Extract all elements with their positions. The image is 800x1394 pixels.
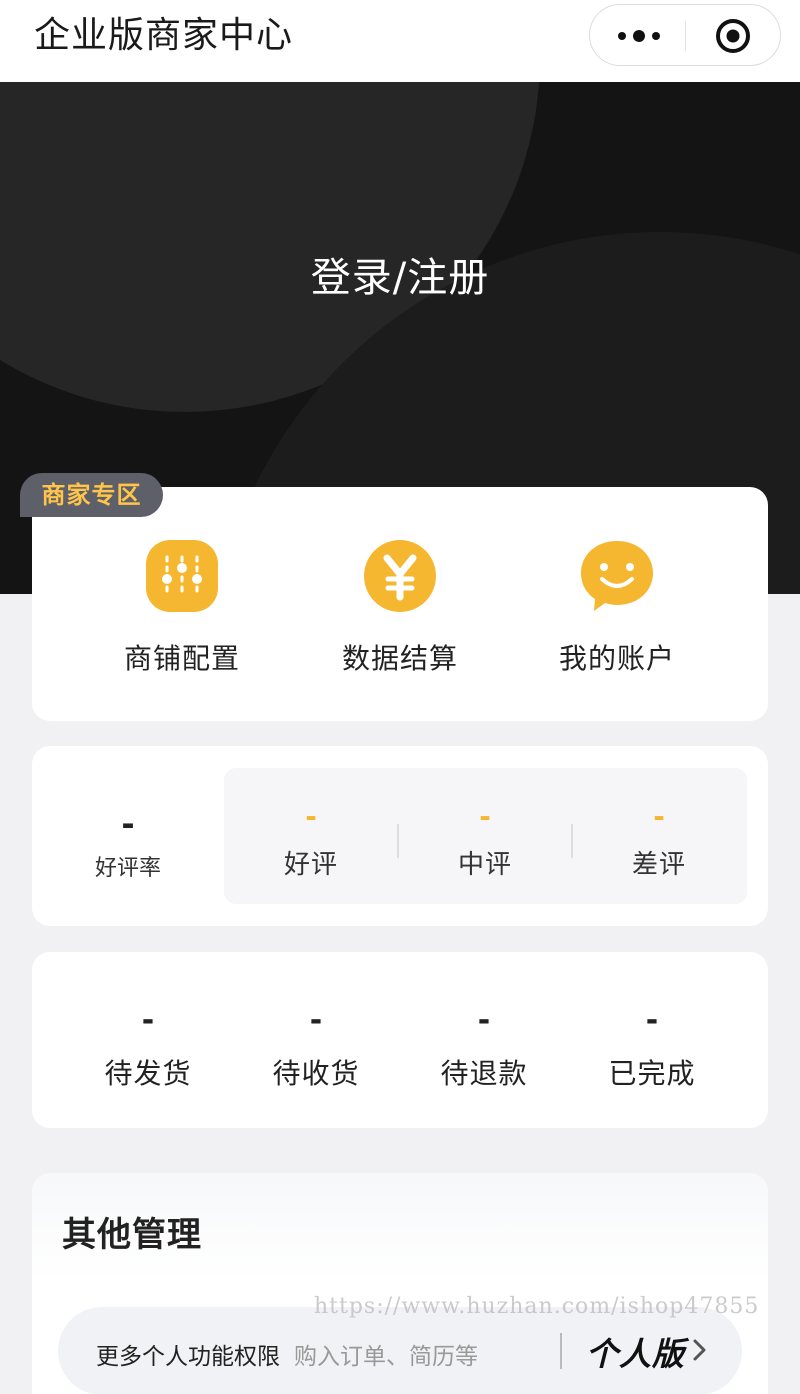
order-count: - <box>477 1003 491 1038</box>
review-breakdown: - 好评 - 中评 - 差评 <box>224 768 747 904</box>
my-account-label: 我的账户 <box>558 642 675 675</box>
order-status-label: 待收货 <box>272 1057 360 1090</box>
merchant-zone-card: 商铺配置 数据结算 我的账户 <box>32 487 768 721</box>
neutral-review-value: - <box>479 800 491 833</box>
app-title: 企业版商家中心 <box>34 15 294 56</box>
upgrade-sub-text: 购入订单、简历等 <box>294 1344 478 1370</box>
orders-card: - 待发货 - 待收货 - 待退款 - 已完成 <box>32 952 768 1128</box>
order-status-label: 已完成 <box>608 1057 696 1090</box>
order-pending-receive[interactable]: - 待收货 <box>232 1004 400 1092</box>
bad-review-stat[interactable]: - 差评 <box>572 802 746 881</box>
good-review-stat[interactable]: - 好评 <box>224 802 398 881</box>
order-count: - <box>645 1003 659 1038</box>
good-review-value: - <box>305 800 317 833</box>
watermark-text: https://www.huzhan.com/ishop47855 <box>314 1294 760 1319</box>
positive-rate-value: - <box>121 805 135 843</box>
reviews-card: - 好评率 - 好评 - 中评 - 差评 <box>32 746 768 926</box>
target-close-icon[interactable] <box>715 18 751 54</box>
shop-config-button[interactable]: 商铺配置 <box>82 539 282 677</box>
personal-edition-banner[interactable]: 更多个人功能权限 购入订单、简历等 个人版 <box>58 1307 742 1394</box>
bad-review-label: 差评 <box>631 850 686 880</box>
order-count: - <box>141 1003 155 1038</box>
data-settlement-button[interactable]: 数据结算 <box>300 539 500 677</box>
data-settlement-label: 数据结算 <box>341 642 458 675</box>
top-nav-bar: 企业版商家中心 <box>0 0 800 82</box>
personal-edition-label: 个人版 <box>586 1335 686 1373</box>
other-management-card: 其他管理 更多个人功能权限 购入订单、简历等 个人版 <box>32 1173 768 1394</box>
chevron-right-icon <box>693 1339 706 1361</box>
my-account-button[interactable]: 我的账户 <box>517 539 717 677</box>
upgrade-divider <box>560 1333 562 1369</box>
neutral-review-label: 中评 <box>457 850 512 880</box>
more-dots-icon[interactable] <box>614 21 664 51</box>
mini-program-capsule <box>589 4 781 66</box>
upgrade-main-text: 更多个人功能权限 <box>96 1344 280 1370</box>
shop-config-label: 商铺配置 <box>123 642 240 675</box>
order-pending-ship[interactable]: - 待发货 <box>64 1004 232 1092</box>
order-status-label: 待发货 <box>104 1057 192 1090</box>
order-completed[interactable]: - 已完成 <box>568 1004 736 1092</box>
sliders-icon <box>146 540 218 612</box>
positive-rate[interactable]: - 好评率 <box>68 804 188 882</box>
merchant-zone-badge: 商家专区 <box>20 473 163 517</box>
section-title: 其他管理 <box>62 1215 202 1255</box>
login-register-link[interactable]: 登录/注册 <box>0 252 800 304</box>
positive-rate-label: 好评率 <box>94 856 161 881</box>
neutral-review-stat[interactable]: - 中评 <box>398 802 572 881</box>
good-review-label: 好评 <box>283 850 338 880</box>
yen-icon <box>364 540 436 612</box>
bad-review-value: - <box>653 800 665 833</box>
order-pending-refund[interactable]: - 待退款 <box>400 1004 568 1092</box>
smile-chat-icon <box>581 541 653 611</box>
order-count: - <box>309 1003 323 1038</box>
order-status-label: 待退款 <box>440 1057 528 1090</box>
capsule-divider <box>685 21 686 51</box>
